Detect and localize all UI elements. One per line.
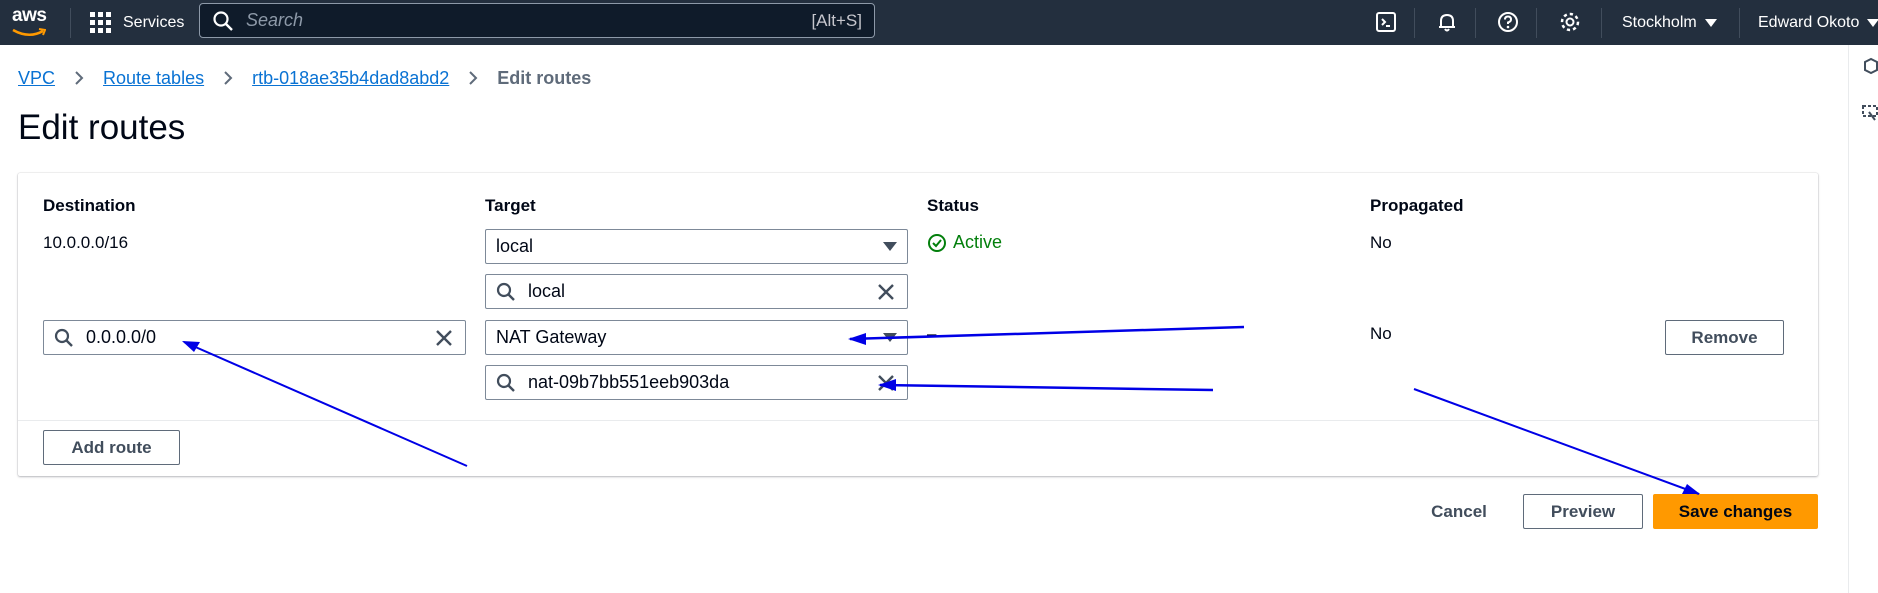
clear-icon[interactable] — [875, 281, 897, 303]
caret-down-icon — [883, 242, 897, 251]
header-status: Status — [927, 196, 979, 215]
header-target: Target — [485, 196, 536, 215]
remove-route-button[interactable]: Remove — [1665, 320, 1784, 355]
aws-logo[interactable]: aws — [12, 6, 52, 38]
row2-destination-value: 0.0.0.0/0 — [86, 327, 157, 347]
cloudshell-icon[interactable] — [1372, 8, 1400, 36]
nav-divider — [1475, 8, 1476, 38]
header-propagated: Propagated — [1370, 196, 1464, 215]
feedback-icon[interactable] — [1861, 103, 1878, 123]
search-input[interactable]: Search [Alt+S] — [199, 3, 875, 38]
nav-divider — [70, 8, 71, 38]
row1-target-value: local — [528, 281, 566, 301]
services-label: Services — [123, 13, 185, 31]
chevron-down-icon — [1867, 18, 1878, 27]
notifications-bell-icon[interactable] — [1433, 8, 1461, 36]
user-label: Edward Okoto — [1758, 13, 1860, 31]
clear-icon[interactable] — [433, 327, 455, 349]
region-label: Stockholm — [1622, 13, 1697, 31]
breadcrumb-route-table-id[interactable]: rtb-018ae35b4dad8abd2 — [252, 68, 449, 89]
chevron-right-icon — [216, 66, 240, 90]
help-icon[interactable] — [1494, 8, 1522, 36]
row1-status-label: Active — [953, 232, 1003, 252]
search-placeholder: Search — [246, 10, 304, 30]
tools-rail — [1848, 45, 1878, 593]
nav-divider — [1536, 8, 1537, 38]
row1-status: Active — [927, 232, 1002, 253]
account-menu[interactable]: Edward Okoto — [1758, 0, 1878, 45]
row1-destination: 10.0.0.0/16 — [43, 233, 129, 252]
search-icon — [496, 373, 515, 392]
nav-divider — [1601, 8, 1602, 38]
row2-propagated: No — [1370, 324, 1392, 343]
settings-gear-icon[interactable] — [1556, 8, 1584, 36]
row1-target-type-select[interactable]: local — [485, 229, 908, 264]
row1-target-search[interactable]: local — [485, 274, 908, 309]
chevron-right-icon — [461, 66, 485, 90]
row2-target-type-value: NAT Gateway — [496, 327, 607, 347]
row1-target-type-value: local — [496, 236, 534, 256]
page-title: Edit routes — [18, 108, 186, 147]
success-check-icon — [928, 233, 946, 252]
nav-divider — [1414, 8, 1415, 38]
clear-icon[interactable] — [875, 372, 897, 394]
preview-button[interactable]: Preview — [1523, 494, 1643, 529]
save-changes-button[interactable]: Save changes — [1653, 494, 1818, 529]
info-panel-icon[interactable] — [1861, 57, 1878, 77]
aws-smile-icon — [12, 28, 47, 36]
row2-target-search[interactable]: nat-09b7bb551eeb903da — [485, 365, 908, 400]
search-icon — [213, 10, 233, 31]
annotation-arrowhead — [1682, 484, 1700, 494]
chevron-down-icon — [1704, 18, 1717, 27]
region-selector[interactable]: Stockholm — [1622, 0, 1717, 45]
grid-icon — [90, 12, 111, 33]
chevron-right-icon — [67, 66, 91, 90]
row2-destination-input[interactable]: 0.0.0.0/0 — [43, 320, 466, 355]
row2-target-value: nat-09b7bb551eeb903da — [528, 372, 730, 392]
search-icon — [496, 282, 515, 301]
divider — [18, 420, 1818, 421]
row1-propagated: No — [1370, 233, 1392, 252]
aws-logo-text: aws — [12, 5, 47, 26]
breadcrumb-route-tables[interactable]: Route tables — [103, 68, 204, 89]
services-menu[interactable]: Services — [90, 0, 184, 45]
add-route-button[interactable]: Add route — [43, 430, 180, 465]
breadcrumb-vpc[interactable]: VPC — [18, 68, 55, 89]
row2-target-type-select[interactable]: NAT Gateway — [485, 320, 908, 355]
row2-status: – — [927, 324, 937, 343]
cancel-button[interactable]: Cancel — [1414, 494, 1504, 529]
search-icon — [54, 328, 73, 347]
nav-divider — [1739, 8, 1740, 38]
top-navigation: aws Services Search [Alt+S] Stockholm Ed… — [0, 0, 1878, 45]
search-shortcut: [Alt+S] — [811, 10, 862, 30]
breadcrumb: VPC Route tables rtb-018ae35b4dad8abd2 E… — [18, 66, 591, 90]
caret-down-icon — [883, 333, 897, 342]
breadcrumb-current: Edit routes — [497, 67, 592, 88]
header-destination: Destination — [43, 196, 136, 215]
